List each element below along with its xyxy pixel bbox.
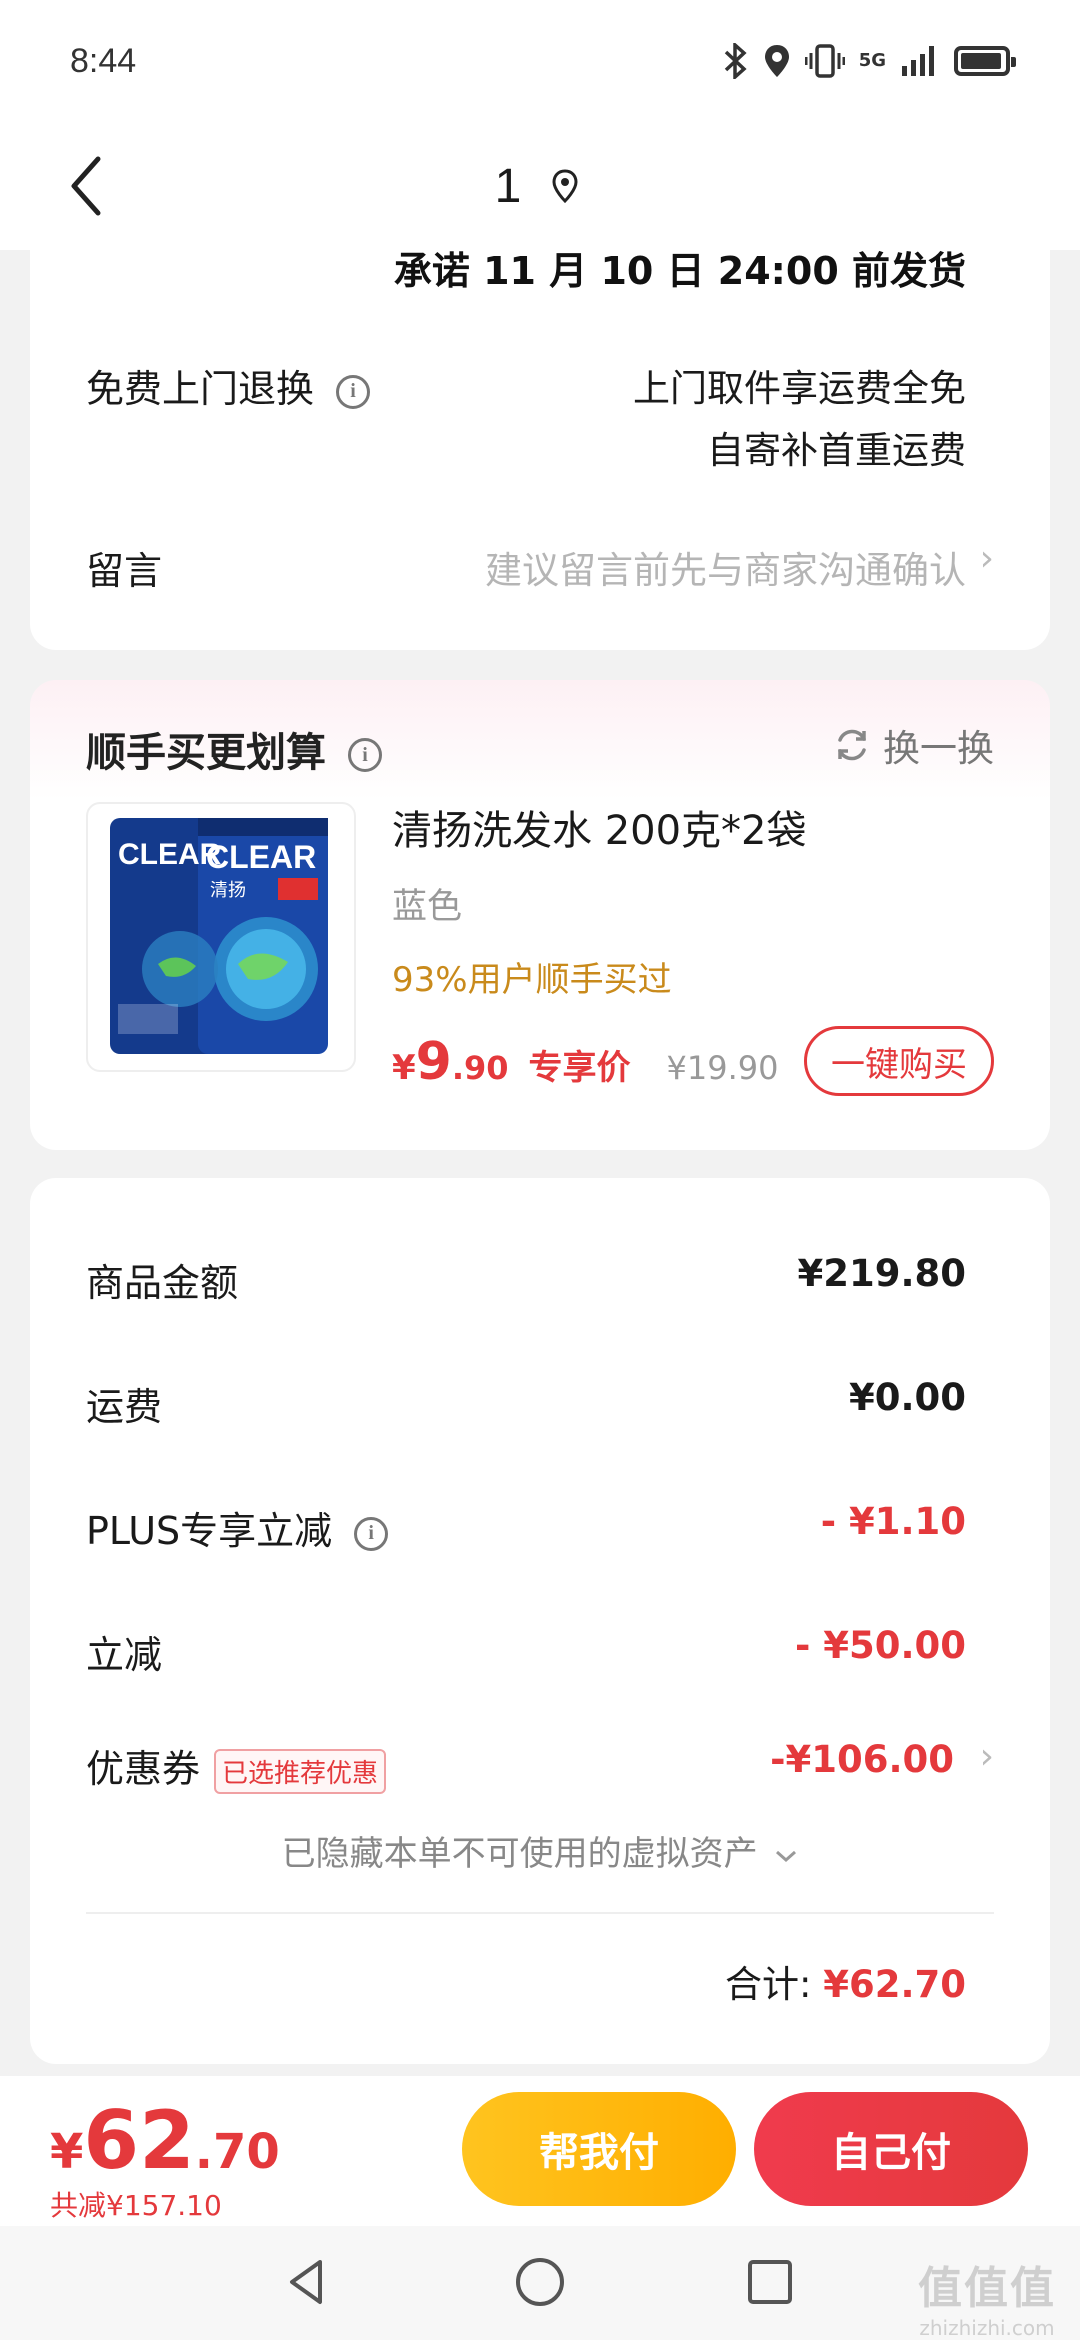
chevron-right-icon: › [979,1736,994,1777]
delivery-card: 承诺 11 月 10 日 24:00 前发货 免费上门退换 i 上门取件享运费全免… [30,200,1050,650]
help-me-pay-button[interactable]: 帮我付 [462,2092,736,2206]
status-icons: 5G [723,43,1016,79]
return-detail-line1: 上门取件享运费全免 [633,367,966,410]
shipping-label: 运费 [86,1385,163,1429]
price-summary-card: 商品金额 ¥219.80 运费 ¥0.00 PLUS专享立减 i - ¥1.10 … [30,1178,1050,2064]
hidden-assets-note: 已隐藏本单不可使用的虚拟资产 [281,1834,758,1874]
hidden-assets-toggle[interactable]: 已隐藏本单不可使用的虚拟资产 [30,1826,1050,1875]
watermark-logo: 值值值 [918,2263,1056,2314]
location-icon [764,45,789,77]
shampoo-sachet-image: CLEAR CLEAR 清扬 [110,818,328,1054]
pay-myself-button[interactable]: 自己付 [754,2092,1028,2206]
price-currency: ¥ [392,1048,416,1088]
checkout-currency: ¥ [50,2124,84,2180]
coupon-value[interactable]: -¥106.00 [770,1738,954,1781]
upsell-price: ¥ 9 .90 专享价 ¥19.90 [392,1032,779,1092]
chevron-right-icon: › [979,538,994,579]
battery-icon [954,46,1016,76]
coupon-row[interactable]: 优惠券 已选推荐优惠 [86,1738,387,1794]
info-icon[interactable]: i [354,1516,389,1551]
home-circle-icon[interactable] [512,2254,568,2310]
total-value: ¥62.70 [823,1963,966,2006]
message-label: 留言 [86,549,163,593]
chevron-down-icon [776,1850,797,1862]
plus-discount-row: PLUS专享立减 i [86,1500,389,1555]
nav-bar: 1 [0,122,1080,250]
network-5g-label: 5G [858,50,886,71]
total-saved-label: 共减¥157.10 [50,2189,222,2222]
info-icon[interactable]: i [336,374,371,409]
coupon-label: 优惠券 [86,1747,201,1791]
checkout-bar: ¥ 62 .70 共减¥157.10 帮我付 自己付 [0,2076,1080,2226]
price-integer: 9 [415,1032,452,1092]
price-decimal: .90 [451,1049,509,1087]
return-detail-line2: 自寄补首重运费 [707,429,966,472]
message-input[interactable]: 建议留言前先与商家沟通确认 [485,540,966,594]
status-bar: 8:44 5G [0,0,1080,122]
original-price: ¥19.90 [666,1049,779,1087]
refresh-icon [838,729,866,761]
plus-discount-label: PLUS专享立减 [86,1509,333,1553]
checkout-price: ¥ 62 .70 [50,2094,280,2187]
plus-discount-value: - ¥1.10 [820,1500,966,1543]
checkout-price-decimal: .70 [194,2124,280,2180]
upsell-title: 顺手买更划算 [86,730,326,776]
instant-discount-label: 立减 [86,1633,163,1677]
recents-square-icon[interactable] [742,2254,798,2310]
site-watermark: 值值值 zhizhizhi.com [918,2252,1056,2340]
upsell-card: 顺手买更划算 i 换一换 CLEAR CLEAR 清扬 清扬洗发水 200克*2袋… [30,680,1050,1150]
goods-amount-label: 商品金额 [86,1261,239,1305]
back-triangle-icon[interactable] [280,2254,336,2310]
shipping-value: ¥0.00 [848,1376,966,1419]
upsell-product-stat: 93%用户顺手买过 [392,960,672,1000]
status-time: 8:44 [70,41,137,80]
signal-icon [902,46,934,76]
one-click-buy-button[interactable]: 一键购买 [804,1026,994,1096]
free-return-label: 免费上门退换 [86,367,315,411]
svg-text:CLEAR: CLEAR [206,839,316,875]
back-button[interactable] [56,146,116,226]
product-image[interactable]: CLEAR CLEAR 清扬 [86,802,356,1072]
upsell-title-row: 顺手买更划算 i [86,720,382,778]
location-pin-button[interactable] [545,166,585,206]
goods-amount-value: ¥219.80 [797,1252,966,1295]
total-label: 合计: [724,1963,812,2006]
total-row: 合计: ¥62.70 [725,1954,966,2008]
free-return-row: 免费上门退换 i [86,358,371,413]
location-pin-icon [552,169,578,203]
divider [86,1912,994,1914]
instant-discount-value: - ¥50.00 [794,1624,966,1667]
bluetooth-icon [724,43,747,79]
exclusive-price-label: 专享价 [528,1048,631,1088]
upsell-product-variant: 蓝色 [392,887,463,927]
info-icon[interactable]: i [348,738,382,772]
swap-label: 换一换 [883,727,994,770]
swap-button[interactable]: 换一换 [833,718,994,772]
vibrate-icon [804,44,845,78]
watermark-url: zhizhizhi.com [919,2316,1055,2340]
upsell-product-name[interactable]: 清扬洗发水 200克*2袋 [392,798,807,856]
page-title: 1 [494,159,522,213]
chevron-left-icon [71,156,101,216]
recommended-coupon-badge: 已选推荐优惠 [214,1749,387,1794]
checkout-price-integer: 62 [83,2094,195,2187]
svg-text:清扬: 清扬 [210,880,246,901]
